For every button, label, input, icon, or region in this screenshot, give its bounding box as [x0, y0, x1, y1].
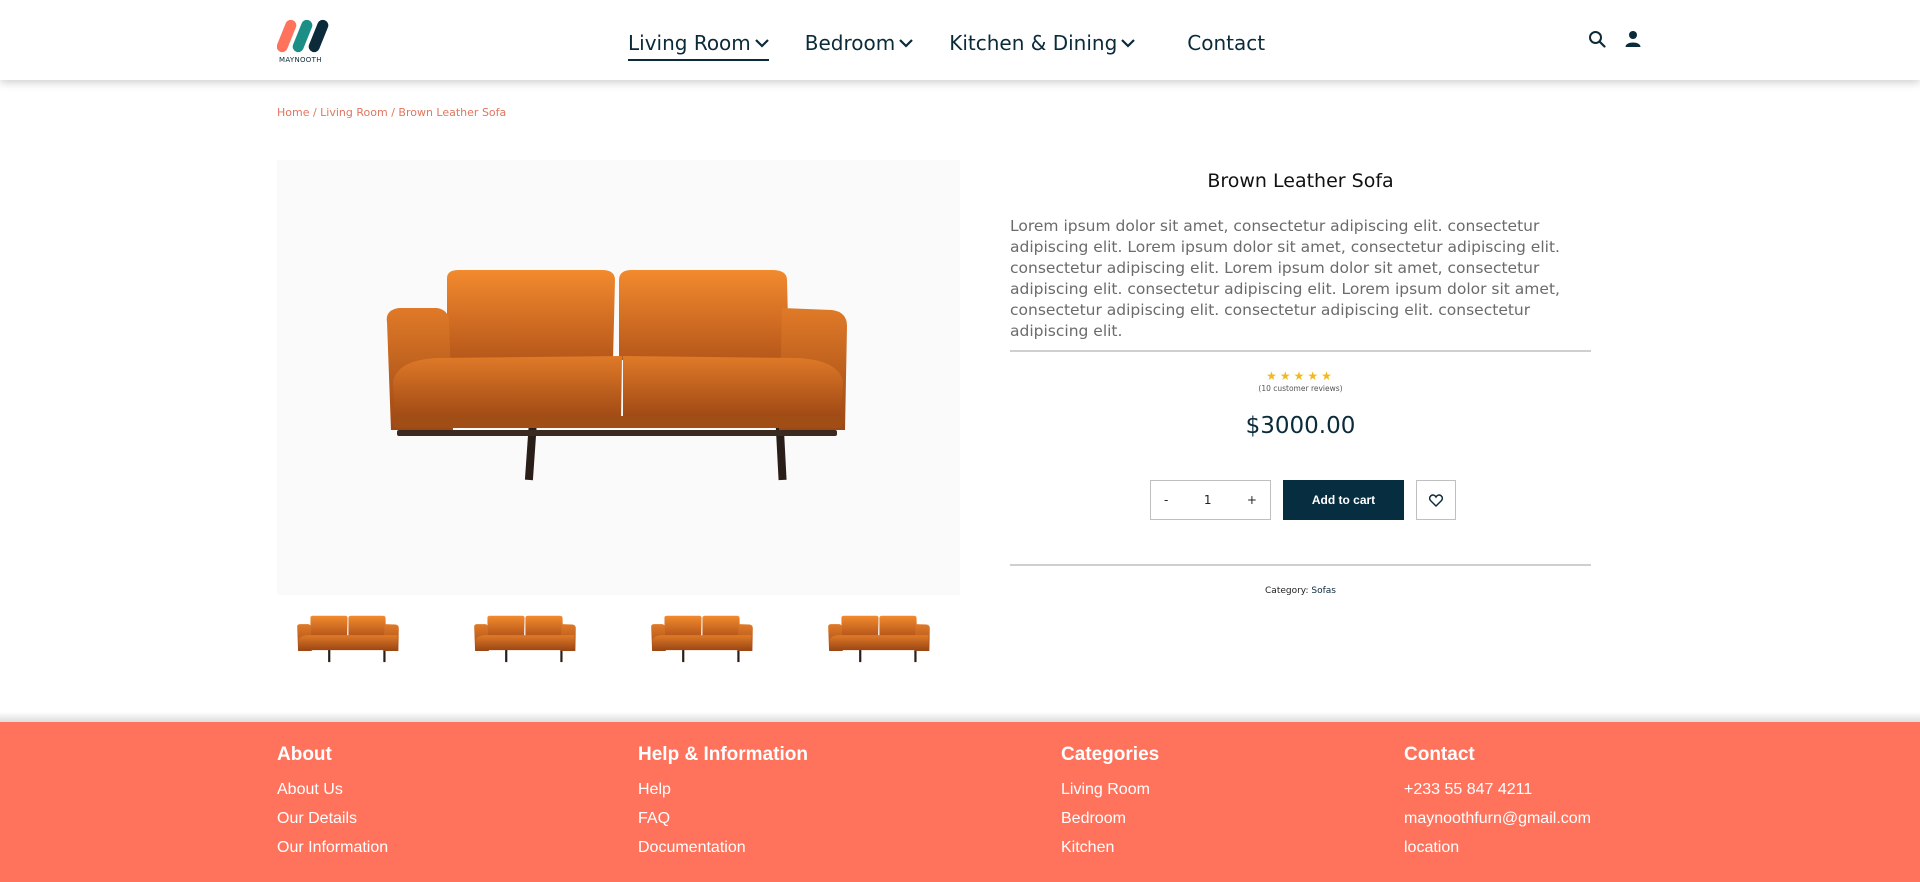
rating-stars: ★★★★★ [1266, 369, 1335, 383]
footer-categories-column: Categories Living Room Bedroom Kitchen [1061, 744, 1159, 862]
sofa-thumbnail-image [474, 615, 576, 663]
nav-item-contact[interactable]: Contact [1187, 28, 1265, 58]
footer-link[interactable]: Bedroom [1061, 804, 1159, 833]
nav-item-living-room[interactable]: Living Room [628, 28, 769, 61]
footer-heading: Help & Information [638, 744, 808, 765]
footer-email[interactable]: maynoothfurn@gmail.com [1404, 804, 1591, 833]
breadcrumb[interactable]: Home / Living Room / Brown Leather Sofa [277, 106, 506, 119]
nav-item-kitchen-dining[interactable]: Kitchen & Dining [949, 28, 1136, 58]
nav-label: Contact [1187, 31, 1266, 55]
chevron-down-icon [899, 39, 914, 48]
footer-heading: About [277, 744, 332, 765]
product-description: Lorem ipsum dolor sit amet, consectetur … [1010, 217, 1560, 340]
brand-logo[interactable]: MAYNOOTH [277, 17, 337, 67]
product-price: $3000.00 [1245, 413, 1356, 439]
logo-mark-icon [277, 19, 329, 53]
footer-heading: Categories [1061, 744, 1160, 765]
nav-label: Bedroom [804, 31, 896, 55]
footer-shadow [0, 712, 1920, 722]
footer-link[interactable]: FAQ [638, 804, 808, 833]
product-thumbnail[interactable] [454, 605, 576, 670]
product-details: Brown Leather Sofa Lorem ipsum dolor sit… [1010, 160, 1591, 596]
footer-link[interactable]: About Us [277, 775, 388, 804]
main-nav: Living Room Bedroom Kitchen & Dining Con… [628, 28, 1301, 61]
sofa-thumbnail-image [297, 615, 399, 663]
site-header: MAYNOOTH Living Room Bedroom Kitchen & D… [0, 0, 1920, 80]
footer-link[interactable]: Living Room [1061, 775, 1159, 804]
user-icon[interactable] [1624, 30, 1642, 48]
product-thumbnail[interactable] [277, 605, 399, 670]
product-title: Brown Leather Sofa [1207, 170, 1394, 192]
quantity-decrease-button[interactable]: - [1164, 493, 1168, 507]
quantity-stepper: - 1 + [1150, 480, 1271, 520]
product-thumbnail[interactable] [631, 605, 753, 670]
review-count[interactable]: (10 customer reviews) [1010, 384, 1591, 393]
footer-help-column: Help & Information Help FAQ Documentatio… [638, 744, 808, 862]
divider [1010, 350, 1591, 352]
category-link[interactable]: Sofas [1311, 586, 1336, 596]
sofa-image [386, 270, 847, 481]
quantity-value[interactable]: 1 [1204, 493, 1212, 507]
chevron-down-icon [1121, 39, 1136, 48]
footer-contact-column: Contact +233 55 847 4211 maynoothfurn@gm… [1404, 744, 1591, 862]
sofa-thumbnail-image [651, 615, 753, 663]
product-category: Category: Sofas [1010, 586, 1591, 596]
footer-link[interactable]: Kitchen [1061, 833, 1159, 862]
footer-about-column: About About Us Our Details Our Informati… [277, 744, 388, 862]
divider [1010, 564, 1591, 566]
add-to-cart-button[interactable]: Add to cart [1283, 480, 1404, 520]
footer-link[interactable]: Documentation [638, 833, 808, 862]
chevron-down-icon [755, 39, 769, 48]
thumbnail-strip [277, 605, 960, 675]
quantity-increase-button[interactable]: + [1247, 493, 1257, 507]
footer-link[interactable]: Our Details [277, 804, 388, 833]
header-actions [1588, 30, 1660, 48]
footer-heading: Contact [1404, 744, 1475, 765]
heart-icon [1429, 493, 1443, 507]
footer-phone[interactable]: +233 55 847 4211 [1404, 775, 1591, 804]
nav-item-bedroom[interactable]: Bedroom [804, 28, 914, 58]
footer-link[interactable]: Our Information [277, 833, 388, 862]
wishlist-button[interactable] [1416, 480, 1456, 520]
product-thumbnail[interactable] [808, 605, 930, 670]
add-to-cart-row: - 1 + Add to cart [1150, 480, 1456, 520]
site-footer: About About Us Our Details Our Informati… [0, 722, 1920, 882]
search-icon[interactable] [1588, 30, 1606, 48]
sofa-thumbnail-image [828, 615, 930, 663]
product-main-image[interactable] [277, 160, 960, 595]
logo-text: MAYNOOTH [279, 56, 322, 64]
nav-label: Living Room [628, 31, 751, 55]
footer-location[interactable]: location [1404, 833, 1591, 862]
footer-link[interactable]: Help [638, 775, 808, 804]
nav-label: Kitchen & Dining [949, 31, 1118, 55]
category-label: Category: [1265, 586, 1309, 596]
